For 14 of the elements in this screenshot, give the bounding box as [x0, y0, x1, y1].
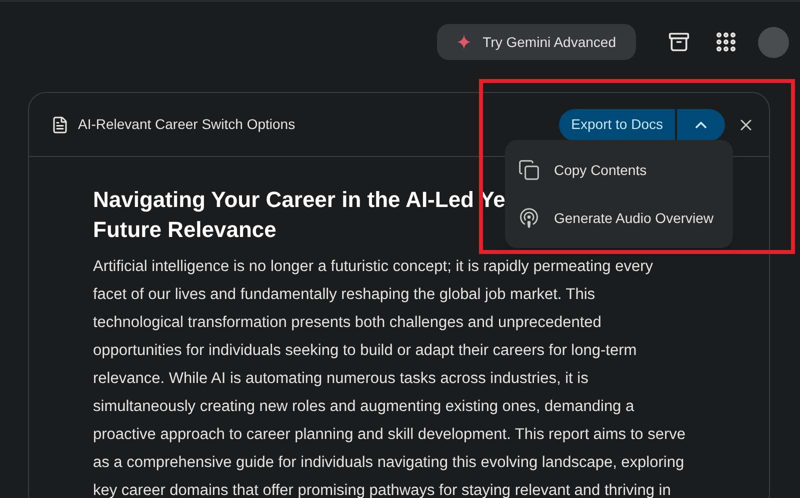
menu-toggle-button[interactable] [677, 108, 725, 140]
menu-item[interactable]: Copy Contents [505, 146, 733, 194]
report-paragraph: Artificial intelligence is no longer a futuristic concept; it is rapidly permeating every facet of our lives and fundamentally reshaping the global job market. This technological transformation presents both challenges and unprecedented opportunities for individuals seeking to build or adapt their careers for long-term relevance. While AI is automating numerous tasks across industries, it is simultaneously creating new roles and augmenting existing ones, demanding a proactive approach to career planning and skill development. This report aims to serve as a comprehensive guide for individuals navigating this evolving landscape, exploring key career domains that offer promising pathways for staying relevant and thriving in [93, 257, 686, 498]
document-title: AI-Relevant Career Switch Options [78, 115, 296, 134]
sparkle-icon [456, 35, 471, 49]
copy-icon [518, 159, 540, 181]
menu-item[interactable]: Generate Audio Overview [505, 194, 733, 242]
upgrade-button[interactable]: Try Gemini Advanced [436, 24, 636, 60]
archive-icon[interactable] [668, 31, 690, 53]
export-button[interactable]: Export to Docs [559, 108, 675, 140]
report-heading: Navigating Your Career in the AI-Led Ye Future Relevance [93, 186, 506, 244]
podcast-icon [518, 207, 540, 229]
apps-grid-icon[interactable] [714, 30, 738, 54]
document-icon [51, 116, 69, 134]
